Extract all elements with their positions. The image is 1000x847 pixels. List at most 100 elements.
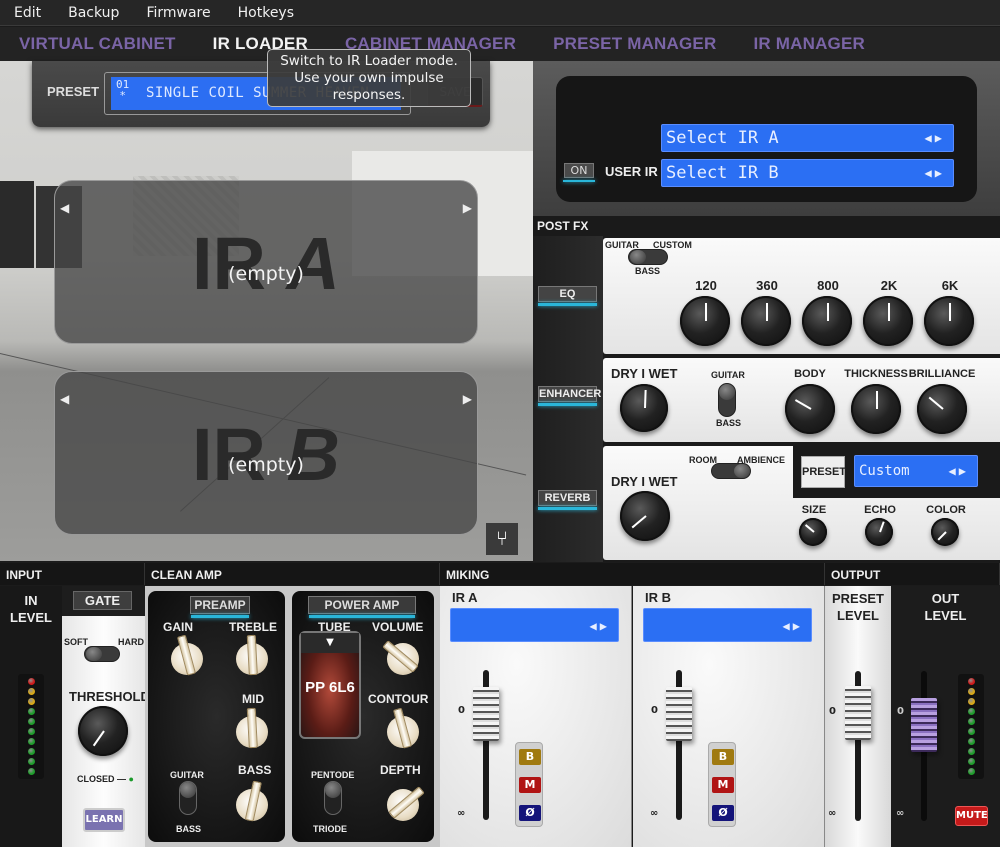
gain-knob[interactable] <box>171 634 203 676</box>
eq-mode-bass: BASS <box>635 266 661 276</box>
eq-band-knob[interactable] <box>741 296 791 346</box>
reverb-knob-label: COLOR <box>926 504 966 516</box>
reverb-knob[interactable] <box>865 518 893 546</box>
scale-infinity: ∞ <box>828 808 837 819</box>
enhancer-knob[interactable] <box>785 384 835 434</box>
user-ir-on-button[interactable]: ON <box>563 163 595 182</box>
preamp-box: PREAMP GAIN TREBLE MID BASS GUITAR BASS <box>148 591 285 842</box>
bass-cut-button[interactable]: B <box>519 749 541 765</box>
eq-panel: GUITAR CUSTOM BASS 120 360 800 2K 6K <box>603 238 1000 354</box>
eq-band-knob[interactable] <box>863 296 913 346</box>
threshold-label: THRESHOLD <box>69 689 150 704</box>
depth-knob[interactable] <box>387 786 425 821</box>
phase-invert-button[interactable]: Ø <box>712 805 734 821</box>
threshold-knob[interactable] <box>78 706 128 756</box>
select-ir-b[interactable]: Select IR B ◀▶ <box>661 159 954 187</box>
ir-b-slot[interactable]: ◀ ▶ IR B (empty) <box>54 371 478 535</box>
menu-hotkeys[interactable]: Hotkeys <box>238 5 294 21</box>
out-level-fader[interactable] <box>911 698 937 752</box>
pentode-triode-switch[interactable] <box>324 781 342 815</box>
next-arrow-icon[interactable]: ▶ <box>463 201 472 215</box>
learn-button[interactable]: LEARN <box>83 808 125 832</box>
phase-invert-button[interactable]: Ø <box>519 805 541 821</box>
select-ir-a[interactable]: Select IR A ◀▶ <box>661 124 954 152</box>
menu-firmware[interactable]: Firmware <box>146 5 210 21</box>
enhancer-knob[interactable] <box>851 384 901 434</box>
tab-preset-manager[interactable]: PRESET MANAGER <box>553 34 716 54</box>
treble-knob[interactable] <box>236 634 268 676</box>
enhancer-drywet-label: DRY I WET <box>611 366 678 381</box>
preset-level-column: PRESET LEVEL 0 ∞ <box>825 586 891 847</box>
reverb-drywet-knob[interactable] <box>620 491 670 541</box>
triode-label: TRIODE <box>313 824 348 834</box>
eq-button[interactable]: EQ <box>538 286 597 306</box>
prev-next-arrows-icon[interactable]: ◀▶ <box>949 456 969 486</box>
mute-channel-button[interactable]: M <box>712 777 734 793</box>
next-arrow-icon[interactable]: ▶ <box>463 392 472 406</box>
preset-level-fader[interactable] <box>845 686 871 740</box>
miking-ir-select[interactable]: ◀▶ <box>643 608 812 642</box>
tuning-fork-icon[interactable]: ⑂ <box>486 523 518 555</box>
tab-virtual-cabinet[interactable]: VIRTUAL CABINET <box>19 34 176 54</box>
ir-a-slot[interactable]: ◀ ▶ IR A (empty) <box>54 180 478 344</box>
reverb-button[interactable]: REVERB <box>538 490 597 510</box>
prev-next-arrows-icon[interactable]: ◀▶ <box>783 609 803 643</box>
eq-band-label: 2K <box>880 278 898 293</box>
in-level-label: IN LEVEL <box>10 593 52 625</box>
meter-led <box>967 758 975 765</box>
prev-next-arrows-icon[interactable]: ◀▶ <box>925 160 945 186</box>
mute-channel-button[interactable]: M <box>519 777 541 793</box>
gate-soft-label: SOFT <box>64 637 88 647</box>
eq-band-knob[interactable] <box>680 296 730 346</box>
preamp-button[interactable]: PREAMP <box>190 596 250 618</box>
power-amp-button[interactable]: POWER AMP <box>308 596 416 618</box>
volume-knob[interactable] <box>382 640 419 675</box>
reverb-knob[interactable] <box>799 518 827 546</box>
prev-next-arrows-icon[interactable]: ◀▶ <box>590 609 610 643</box>
tube-selector[interactable]: ▼ PP 6L6 <box>299 631 361 739</box>
mute-button[interactable]: MUTE <box>955 806 988 826</box>
gate-mode-toggle[interactable] <box>84 646 120 662</box>
meter-led <box>27 678 35 685</box>
reverb-knob[interactable] <box>931 518 959 546</box>
contour-knob[interactable] <box>387 707 419 749</box>
meter-led <box>27 708 35 715</box>
enhancer-knob[interactable] <box>917 384 967 434</box>
reverb-drywet-label: DRY I WET <box>611 474 678 489</box>
enhancer-knob-label: BRILLIANCE <box>908 368 976 380</box>
miking-fader[interactable] <box>473 687 499 741</box>
eq-mode-toggle[interactable] <box>628 249 668 265</box>
enhancer-type-switch[interactable] <box>718 383 736 417</box>
dropdown-icon[interactable]: ▼ <box>301 633 359 653</box>
miking-fader[interactable] <box>666 687 692 741</box>
output-header: OUTPUT <box>825 563 1000 585</box>
mid-knob[interactable] <box>236 707 268 749</box>
preamp-type-switch[interactable] <box>179 781 197 815</box>
reverb-mode-toggle[interactable] <box>711 463 751 479</box>
mid-label: MID <box>242 692 264 706</box>
menu-backup[interactable]: Backup <box>68 5 119 21</box>
user-ir-label: USER IR <box>605 164 658 179</box>
enhancer-button[interactable]: ENHANCER <box>538 386 601 406</box>
bass-knob[interactable] <box>236 780 268 822</box>
miking-ir-select[interactable]: ◀▶ <box>450 608 619 642</box>
menu-edit[interactable]: Edit <box>14 5 41 21</box>
enhancer-drywet-knob[interactable] <box>620 384 668 432</box>
reverb-preset-select[interactable]: Custom ◀▶ <box>854 455 978 487</box>
enhancer-knob-label: THICKNESS <box>844 368 908 380</box>
gate-button[interactable]: GATE <box>73 591 132 610</box>
prev-next-arrows-icon[interactable]: ◀▶ <box>925 125 945 151</box>
meter-led <box>27 698 35 705</box>
prev-arrow-icon[interactable]: ◀ <box>60 392 69 406</box>
eq-band-knob[interactable] <box>924 296 974 346</box>
scale-infinity: ∞ <box>650 808 659 819</box>
reverb-preset-button[interactable]: PRESET <box>801 456 846 488</box>
tube-value: PP 6L6 <box>305 679 355 696</box>
tab-ir-manager[interactable]: IR MANAGER <box>753 34 865 54</box>
bass-cut-button[interactable]: B <box>712 749 734 765</box>
gate-hard-label: HARD <box>118 637 144 647</box>
eq-band-knob[interactable] <box>802 296 852 346</box>
scale-zero: 0 <box>651 705 658 716</box>
prev-arrow-icon[interactable]: ◀ <box>60 201 69 215</box>
meter-led <box>967 748 975 755</box>
